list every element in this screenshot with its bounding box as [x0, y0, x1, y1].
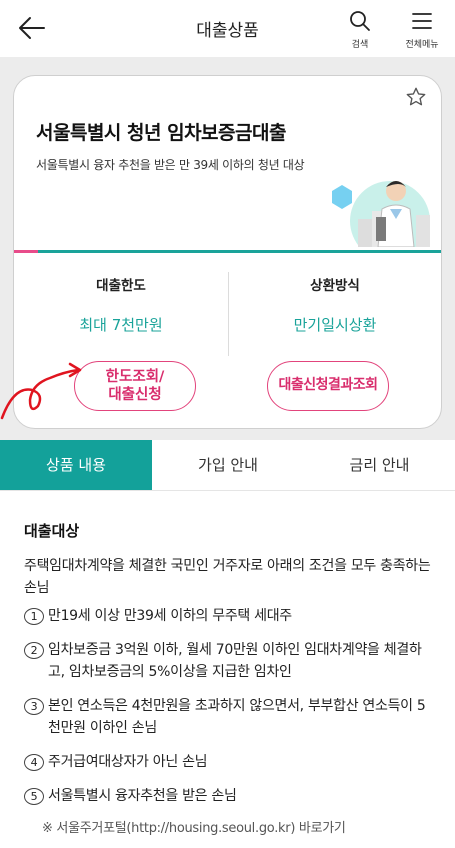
- loan-limit-info: 대출한도 최대 7천만원: [14, 274, 228, 335]
- list-item: 4 주거급여대상자가 아닌 손님: [24, 751, 434, 773]
- product-title: 서울특별시 청년 임차보증금대출: [36, 122, 286, 144]
- search-button[interactable]: 검색: [336, 10, 384, 50]
- item-text: 본인 연소득은 4천만원을 초과하지 않으면서, 부부합산 연소득이 5천만원 …: [48, 698, 426, 736]
- repayment-info: 상환방식 만기일시상환: [228, 274, 441, 335]
- search-icon: [350, 11, 370, 31]
- list-item: 5 서울특별시 융자추천을 받은 손님: [24, 785, 434, 807]
- housing-portal-link[interactable]: ※ 서울주거포털(http://housing.seoul.go.kr) 바로가…: [24, 817, 434, 836]
- tab-interest-rate-guide[interactable]: 금리 안내: [304, 440, 455, 490]
- product-details-content: 대출대상 주택임대차계약을 체결한 국민인 거주자로 아래의 조건을 모두 충족…: [24, 520, 434, 836]
- tab-subscription-guide[interactable]: 가입 안내: [152, 440, 304, 490]
- red-arrow-annotation: [0, 356, 100, 420]
- application-result-button[interactable]: 대출신청결과조회: [267, 361, 389, 411]
- page-title: 대출상품: [196, 21, 259, 41]
- section-title: 대출대상: [24, 522, 80, 540]
- list-item: 2 임차보증금 3억원 이하, 월세 70만원 이하인 임대차계약을 체결하고,…: [24, 639, 434, 683]
- loan-limit-label: 대출한도: [96, 278, 146, 294]
- star-favorite-icon[interactable]: [405, 86, 427, 108]
- young-man-illustration: [320, 171, 435, 261]
- eligibility-list: 1 만19세 이상 만39세 이하의 무주택 세대주 2 임차보증금 3억원 이…: [24, 605, 434, 807]
- all-menu-label: 전체메뉴: [405, 40, 439, 50]
- item-number: 4: [24, 754, 44, 771]
- hamburger-menu-icon: [412, 13, 432, 29]
- loan-limit-value: 최대 7천만원: [79, 316, 163, 334]
- item-number: 1: [24, 608, 44, 625]
- search-label: 검색: [351, 40, 369, 50]
- product-subtitle: 서울특별시 융자 추천을 받은 만 39세 이하의 청년 대상: [36, 158, 305, 172]
- item-text: 서울특별시 융자추천을 받은 손님: [48, 788, 237, 804]
- app-header: 대출상품 검색 전체메뉴: [0, 0, 455, 57]
- tab-product-details[interactable]: 상품 내용: [0, 440, 152, 490]
- repayment-label: 상환방식: [310, 278, 360, 294]
- item-number: 2: [24, 642, 44, 659]
- item-text: 임차보증금 3억원 이하, 월세 70만원 이하인 임대차계약을 체결하고, 임…: [48, 642, 422, 680]
- list-item: 1 만19세 이상 만39세 이하의 무주택 세대주: [24, 605, 434, 627]
- item-number: 3: [24, 698, 44, 715]
- card-divider: [14, 250, 441, 253]
- all-menu-button[interactable]: 전체메뉴: [398, 10, 446, 50]
- item-text: 만19세 이상 만39세 이하의 무주택 세대주: [48, 608, 292, 624]
- repayment-value: 만기일시상환: [293, 316, 377, 334]
- card-divider-accent: [14, 250, 38, 253]
- eligibility-intro: 주택임대차계약을 체결한 국민인 거주자로 아래의 조건을 모두 충족하는 손님: [24, 558, 431, 596]
- item-number: 5: [24, 788, 44, 805]
- list-item: 3 본인 연소득은 4천만원을 초과하지 않으면서, 부부합산 연소득이 5천만…: [24, 695, 434, 739]
- item-text: 주거급여대상자가 아닌 손님: [48, 754, 208, 770]
- product-tabs: 상품 내용 가입 안내 금리 안내: [0, 440, 455, 491]
